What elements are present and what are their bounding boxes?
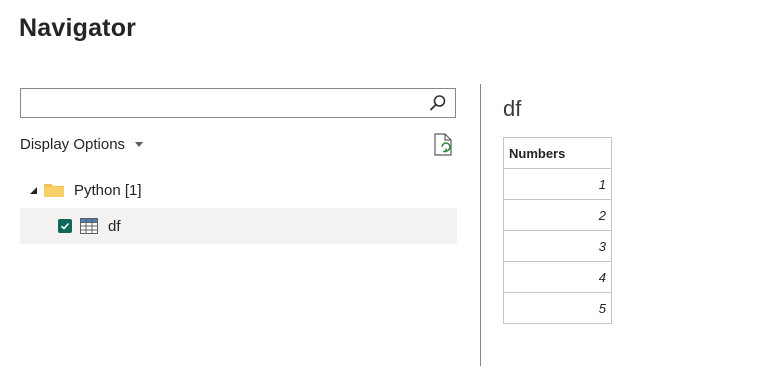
expand-triangle-icon[interactable] — [30, 186, 37, 194]
folder-icon — [44, 184, 64, 197]
search-icon[interactable] — [429, 94, 447, 112]
table-cell: 5 — [503, 292, 612, 324]
refresh-document-icon[interactable] — [432, 133, 454, 157]
page-title: Navigator — [19, 14, 137, 42]
tree-folder-label: Python [1] — [74, 181, 142, 199]
tree-item-df[interactable]: df — [20, 208, 457, 244]
preview-table: Numbers 1 2 3 4 5 — [503, 137, 612, 324]
display-options-dropdown[interactable]: Display Options — [20, 136, 144, 153]
preview-title: df — [503, 96, 522, 121]
display-options-label: Display Options — [20, 136, 126, 153]
checkmark-icon — [60, 222, 70, 230]
tree-folder-python[interactable]: Python [1] — [30, 176, 142, 204]
chevron-down-icon — [135, 142, 144, 147]
table-icon — [80, 218, 98, 234]
search-box[interactable] — [20, 88, 456, 118]
table-cell: 1 — [503, 168, 612, 200]
search-input[interactable] — [21, 89, 433, 117]
checkbox-df[interactable] — [58, 219, 72, 233]
column-header[interactable]: Numbers — [503, 137, 612, 169]
tree-item-label: df — [108, 217, 121, 235]
pane-divider[interactable] — [480, 84, 481, 366]
table-cell: 4 — [503, 261, 612, 293]
table-cell: 2 — [503, 199, 612, 231]
table-cell: 3 — [503, 230, 612, 262]
